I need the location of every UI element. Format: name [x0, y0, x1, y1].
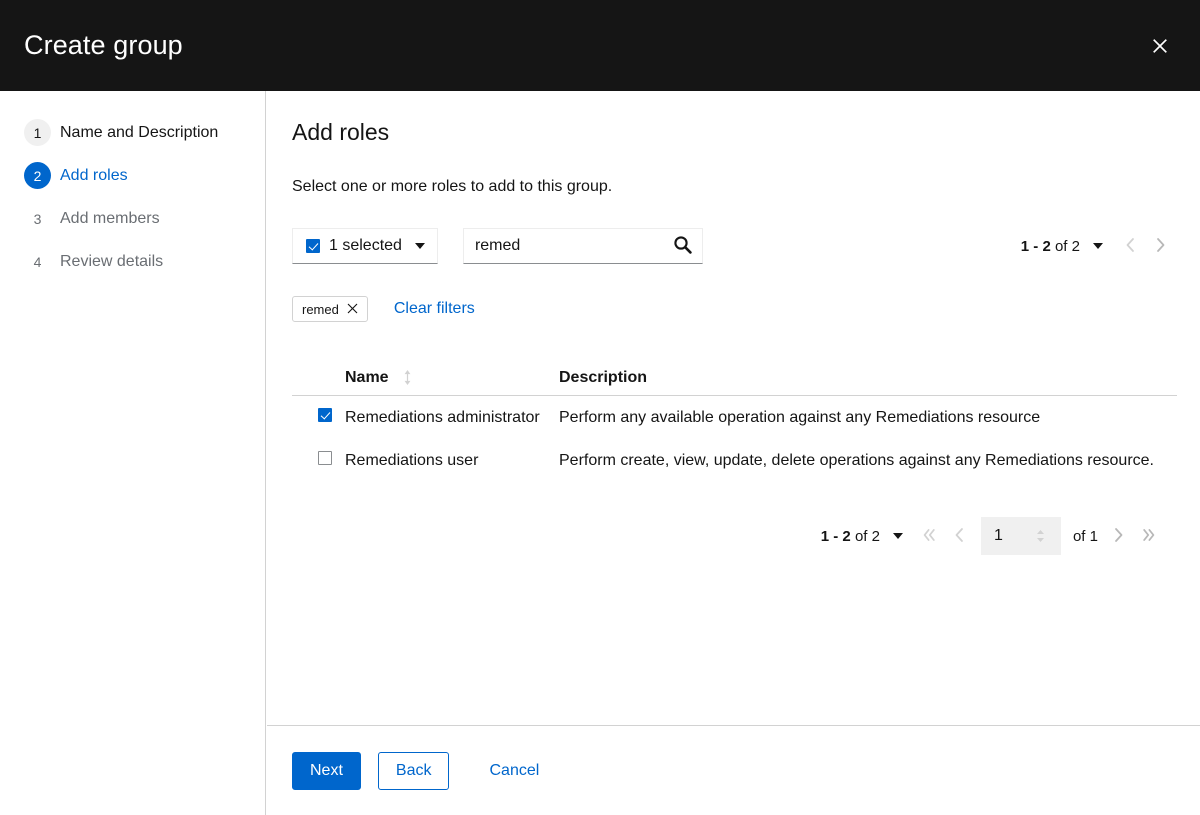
pagination-bottom-chevron-down-icon[interactable] — [892, 533, 903, 539]
filter-chip-remove-button[interactable] — [343, 299, 363, 319]
table-row-checkbox-cell — [292, 408, 345, 427]
sidebar-item-label: Add members — [60, 209, 160, 227]
table-row-checkbox-cell — [292, 451, 345, 470]
filter-chip: remed — [292, 296, 368, 322]
roles-table: Name Description Remediations administra… — [292, 368, 1177, 482]
cancel-button[interactable]: Cancel — [489, 752, 539, 790]
role-description: Perform any available operation against … — [559, 408, 1041, 426]
next-button[interactable]: Next — [292, 751, 361, 790]
table-row-name-cell: Remediations user — [345, 452, 559, 470]
close-button[interactable] — [1138, 24, 1182, 68]
pagination-top-range-suffix: of 2 — [1054, 237, 1080, 255]
sidebar-item-label: Review details — [60, 252, 164, 270]
close-icon — [1150, 36, 1170, 56]
pagination-bottom-range: 1 - 2 of 2 — [821, 528, 880, 545]
page-number-stepper[interactable] — [1036, 529, 1045, 543]
clear-filters-link[interactable]: Clear filters — [394, 300, 475, 318]
row-select-checkbox[interactable] — [318, 451, 332, 465]
role-name: Remediations user — [345, 451, 479, 469]
table-row-description-cell: Perform any available operation against … — [559, 409, 1177, 427]
page-number-field — [980, 517, 1061, 555]
search-input[interactable] — [463, 229, 702, 263]
pagination-top-prev-button[interactable] — [1115, 231, 1145, 261]
angle-double-right-icon — [1140, 527, 1157, 546]
sidebar-item-add-members[interactable]: 3 Add members — [0, 197, 265, 240]
sidebar-item-review-details[interactable]: 4 Review details — [0, 240, 265, 283]
pagination-bottom-range-prefix: 1 - 2 — [820, 527, 851, 545]
page-subtitle: Select one or more roles to add to this … — [292, 178, 613, 195]
step-number-1: 1 — [24, 119, 51, 146]
pagination-first-page-button[interactable] — [915, 521, 945, 551]
pagination-top-range-prefix: 1 - 2 — [1020, 237, 1051, 255]
wizard-header: Create group — [0, 0, 1200, 91]
page-number-input[interactable] — [980, 517, 1036, 555]
step-number-3: 3 — [33, 210, 42, 227]
wizard-footer: Next Back Cancel — [267, 725, 1200, 815]
pagination-top-range: 1 - 2 of 2 — [1021, 238, 1080, 255]
row-select-checkbox[interactable] — [318, 408, 332, 422]
table-row[interactable]: Remediations administrator Perform any a… — [292, 396, 1177, 439]
table-header-description-cell: Description — [559, 369, 1177, 387]
wizard-steps-sidebar: 1 Name and Description 2 Add roles 3 Add… — [0, 91, 266, 815]
page-title: Add roles — [292, 119, 390, 145]
chevron-left-icon — [1124, 237, 1137, 256]
bulk-select-label: 1 selected — [329, 237, 402, 254]
close-icon — [347, 302, 358, 317]
sidebar-item-label: Name and Description — [60, 123, 219, 141]
pagination-bottom: 1 - 2 of 2 1 of 1 — [292, 514, 1175, 558]
sidebar-item-name-and-description[interactable]: 1 Name and Description — [0, 111, 265, 154]
table-row-name-cell: Remediations administrator — [345, 409, 559, 427]
roles-toolbar: 1 selected 1 - 2 of 2 — [292, 228, 1175, 267]
bulk-select-dropdown[interactable]: 1 selected — [292, 228, 438, 264]
chevron-down-icon — [414, 243, 425, 249]
role-description: Perform create, view, update, delete ope… — [559, 451, 1154, 469]
angle-double-left-icon — [921, 527, 938, 546]
chevron-right-icon — [1112, 527, 1125, 546]
column-header-name: Name — [345, 368, 389, 386]
page-total-label: of 1 — [1072, 527, 1098, 545]
back-button[interactable]: Back — [377, 751, 450, 790]
table-row-description-cell: Perform create, view, update, delete ope… — [559, 452, 1177, 470]
filter-chip-label: remed — [302, 301, 339, 317]
create-group-wizard: Create group 1 Name and Description 2 Ad… — [0, 0, 1200, 815]
table-header-name-cell: Name — [345, 369, 559, 387]
pagination-top: 1 - 2 of 2 — [1021, 228, 1175, 264]
wizard-main-content: Add roles Select one or more roles to ad… — [267, 91, 1200, 724]
chevron-right-icon — [1154, 237, 1167, 256]
pagination-top-chevron-down-icon[interactable] — [1093, 243, 1103, 249]
table-header-row: Name Description — [292, 368, 1177, 396]
search-icon — [673, 235, 693, 257]
wizard-title: Create group — [24, 30, 183, 60]
role-name: Remediations administrator — [345, 408, 540, 426]
search-field — [462, 228, 703, 264]
sort-icon[interactable] — [402, 369, 413, 386]
sidebar-item-add-roles[interactable]: 2 Add roles — [0, 154, 265, 197]
pagination-next-page-button[interactable] — [1103, 521, 1133, 551]
table-row[interactable]: Remediations user Perform create, view, … — [292, 439, 1177, 482]
pagination-bottom-range-suffix: of 2 — [854, 527, 880, 545]
pagination-top-next-button[interactable] — [1145, 231, 1175, 261]
pagination-last-page-button[interactable] — [1133, 521, 1163, 551]
sidebar-item-label: Add roles — [60, 166, 128, 184]
step-number-4: 4 — [33, 253, 42, 270]
column-header-description: Description — [559, 368, 648, 386]
bulk-select-checkbox[interactable] — [306, 239, 320, 253]
chevron-left-icon — [953, 527, 966, 546]
pagination-prev-page-button[interactable] — [945, 521, 975, 551]
search-button[interactable] — [670, 233, 696, 259]
active-filters-row: remed Clear filters — [292, 296, 1175, 322]
step-number-2: 2 — [24, 162, 51, 189]
